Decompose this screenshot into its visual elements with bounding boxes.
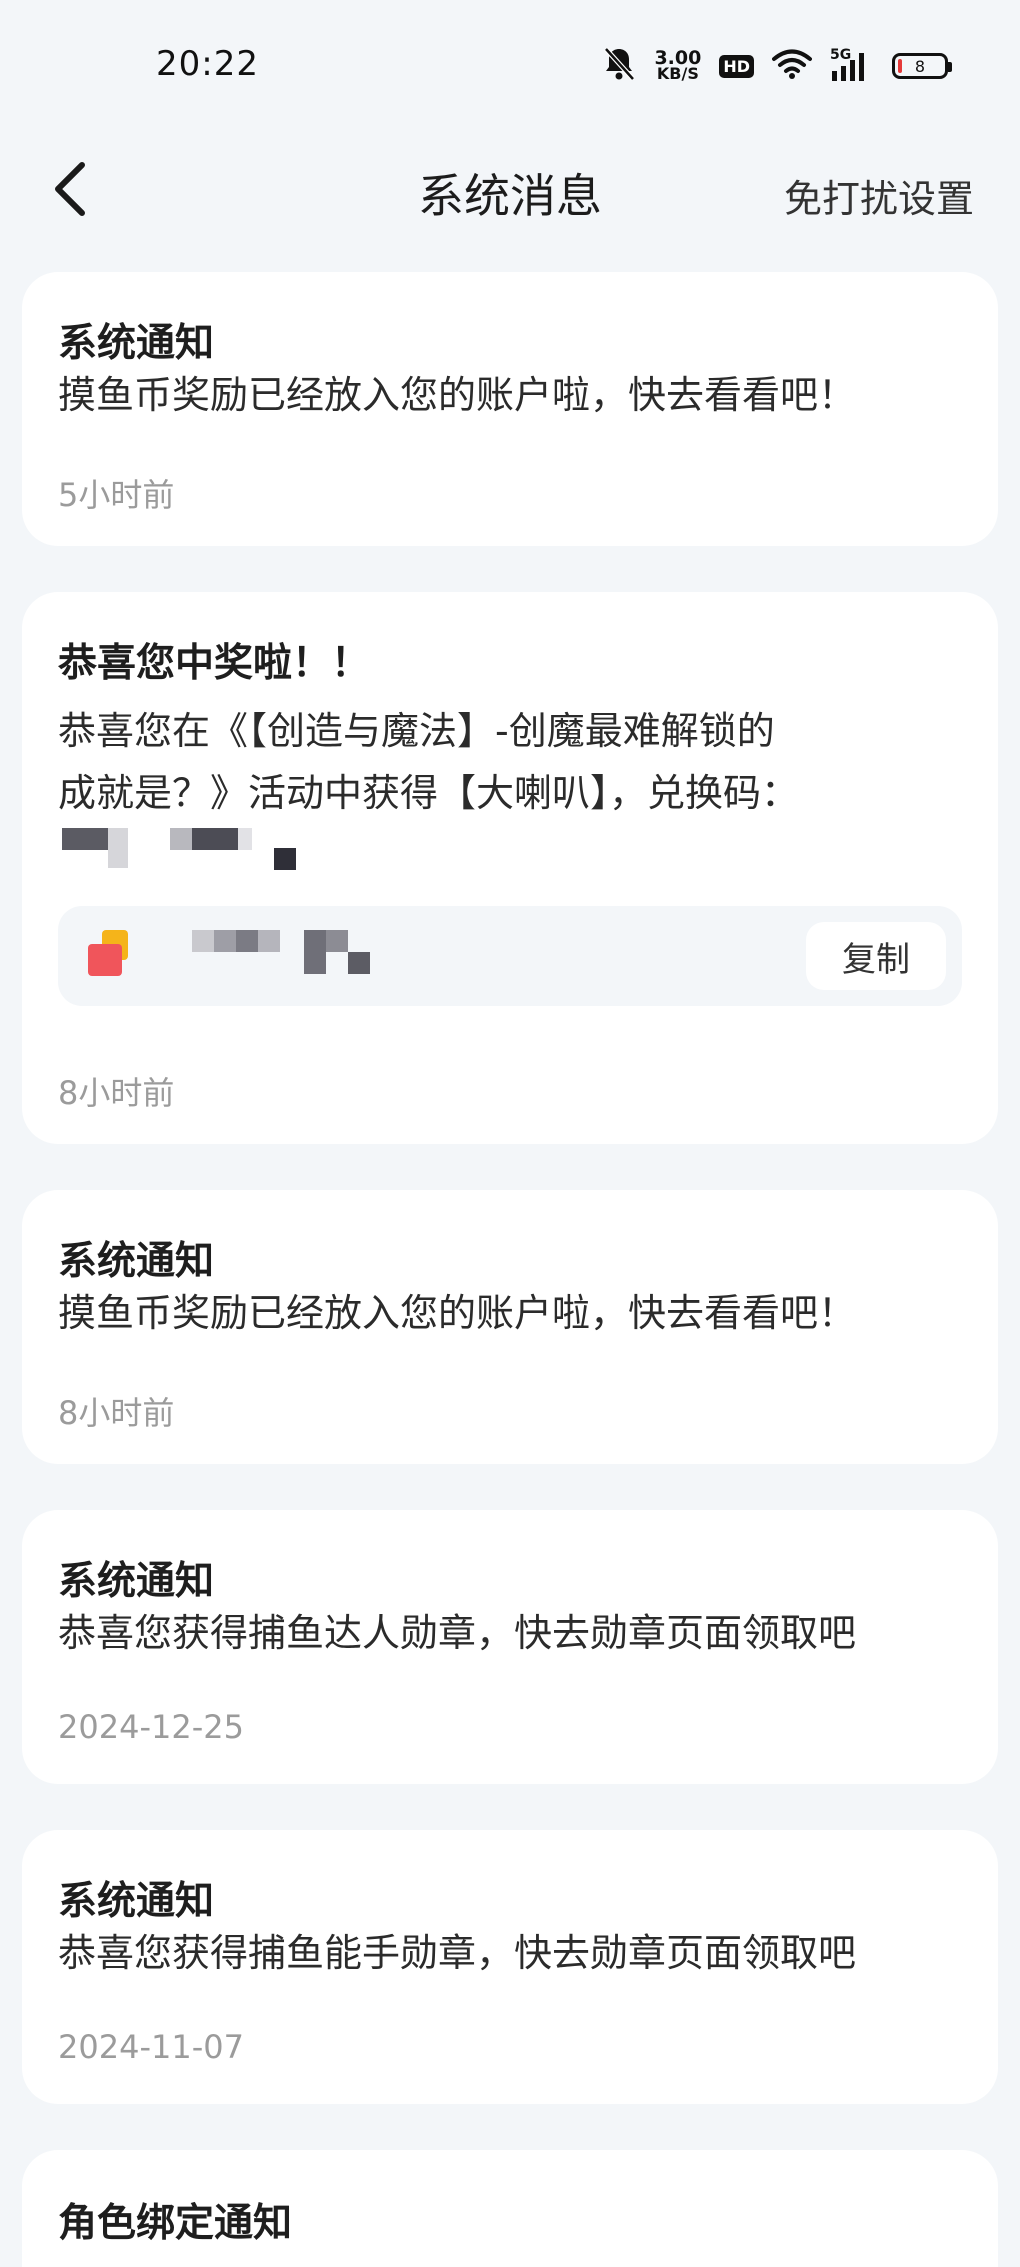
message-time: 8小时前 [58,1394,175,1432]
network-speed: 3.00 KB/S [654,49,701,83]
message-body: 恭喜您获得捕鱼能手勋章，快去勋章页面领取吧 [58,1931,857,1975]
message-title: 系统通知 [58,1559,215,1604]
redacted-code [192,930,370,974]
message-title: 系统通知 [58,321,215,366]
redacted-code-text [62,828,296,870]
message-time: 2024-12-25 [58,1708,244,1746]
message-card[interactable]: 系统通知 恭喜您获得捕鱼达人勋章，快去勋章页面领取吧 2024-12-25 [22,1510,998,1784]
cellular-signal-icon: 5G [830,47,874,83]
message-title: 恭喜您中奖啦！！ [58,641,371,686]
message-title: 角色绑定通知 [58,2201,293,2246]
nav-bar: 系统消息 免打扰设置 [0,130,1020,250]
copy-button[interactable]: 复制 [806,922,946,990]
message-card[interactable]: 系统通知 摸鱼币奖励已经放入您的账户啦，快去看看吧！ 8小时前 [22,1190,998,1464]
do-not-disturb-settings-link[interactable]: 免打扰设置 [784,168,974,223]
message-body: 恭喜您获得捕鱼达人勋章，快去勋章页面领取吧 [58,1611,857,1655]
message-time: 5小时前 [58,476,175,514]
status-time: 20:22 [156,44,259,84]
hd-badge: HD [719,54,754,78]
message-title: 系统通知 [58,1879,215,1924]
message-body-line-1: 恭喜您在《【创造与魔法】-创魔最难解锁的 [58,709,775,753]
message-time: 2024-11-07 [58,2028,244,2066]
network-speed-unit: KB/S [656,64,699,83]
message-card[interactable]: 角色绑定通知 [22,2150,998,2267]
status-icons: 3.00 KB/S HD 5G 8 [602,46,952,86]
message-card[interactable]: 系统通知 摸鱼币奖励已经放入您的账户啦，快去看看吧！ 5小时前 [22,272,998,546]
message-card[interactable]: 系统通知 恭喜您获得捕鱼能手勋章，快去勋章页面领取吧 2024-11-07 [22,1830,998,2104]
message-body: 摸鱼币奖励已经放入您的账户啦，快去看看吧！ [58,1291,857,1335]
bell-muted-icon [602,46,636,86]
battery-level: 8 [914,56,926,76]
battery-icon: 8 [892,53,952,79]
wifi-icon [772,48,812,84]
status-bar: 20:22 3.00 KB/S HD 5G 8 [0,0,1020,130]
message-card-prize[interactable]: 恭喜您中奖啦！！ 恭喜您在《【创造与魔法】-创魔最难解锁的 成就是？》活动中获得… [22,592,998,1144]
message-body: 摸鱼币奖励已经放入您的账户啦，快去看看吧！ [58,373,857,417]
gift-icon [88,930,130,976]
message-time: 8小时前 [58,1074,175,1112]
message-body-line-2: 成就是？》活动中获得【大喇叭】，兑换码： [58,771,800,815]
message-title: 系统通知 [58,1239,215,1284]
battery-fill [898,59,902,73]
redemption-code-box: 复制 [58,906,962,1006]
